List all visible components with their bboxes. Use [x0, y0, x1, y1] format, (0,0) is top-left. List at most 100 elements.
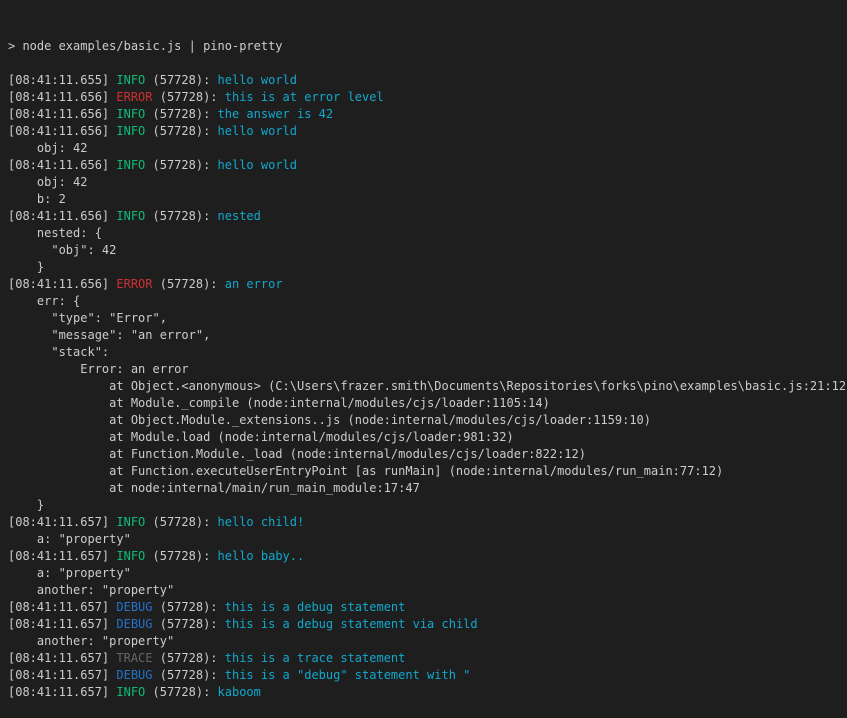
terminal-text: nested: {: [8, 226, 102, 240]
terminal-text: [08:41:11.657]: [8, 600, 116, 614]
terminal-text: at Module._compile (node:internal/module…: [8, 396, 550, 410]
terminal-text: at Object.Module._extensions..js (node:i…: [8, 413, 651, 427]
log-property-line: }: [8, 497, 847, 514]
terminal: > node examples/basic.js | pino-pretty […: [0, 0, 847, 669]
log-line: [08:41:11.657] DEBUG (57728): this is a …: [8, 616, 847, 633]
log-message: this is at error level: [225, 90, 384, 104]
log-level-info: INFO: [116, 107, 145, 121]
log-property-line: b: 2: [8, 191, 847, 208]
terminal-text: (57728):: [145, 73, 217, 87]
terminal-text: (57728):: [145, 107, 217, 121]
log-line: [08:41:11.656] INFO (57728): hello world: [8, 157, 847, 174]
log-property-line: a: "property": [8, 565, 847, 582]
terminal-text: (57728):: [145, 685, 217, 699]
terminal-text: (57728):: [153, 668, 225, 682]
log-message: hello world: [218, 73, 297, 87]
log-message: hello world: [218, 124, 297, 138]
terminal-text: a: "property": [8, 532, 131, 546]
log-property-line: a: "property": [8, 531, 847, 548]
log-line: [08:41:11.657] DEBUG (57728): this is a …: [8, 599, 847, 616]
terminal-text: err: {: [8, 294, 80, 308]
log-message: this is a trace statement: [225, 651, 406, 665]
log-json-line: "type": "Error",: [8, 310, 847, 327]
terminal-text: at Function.Module._load (node:internal/…: [8, 447, 586, 461]
terminal-text: }: [8, 498, 44, 512]
log-json-line: "obj": 42: [8, 242, 847, 259]
log-level-info: INFO: [116, 124, 145, 138]
log-level-trace: TRACE: [116, 651, 152, 665]
stack-trace-line: at Object.<anonymous> (C:\Users\frazer.s…: [8, 378, 847, 395]
stack-trace-line: at Module._compile (node:internal/module…: [8, 395, 847, 412]
log-message: nested: [218, 209, 261, 223]
log-line: [08:41:11.657] INFO (57728): hello child…: [8, 514, 847, 531]
log-level-debug: DEBUG: [116, 617, 152, 631]
terminal-text: (57728):: [153, 651, 225, 665]
terminal-text: "stack":: [8, 345, 109, 359]
log-level-debug: DEBUG: [116, 600, 152, 614]
terminal-text: [08:41:11.657]: [8, 668, 116, 682]
stack-trace-line: at Function.Module._load (node:internal/…: [8, 446, 847, 463]
log-line: [08:41:11.657] DEBUG (57728): this is a …: [8, 667, 847, 684]
log-message: this is a debug statement via child: [225, 617, 478, 631]
log-property-line: err: {: [8, 293, 847, 310]
log-level-info: INFO: [116, 209, 145, 223]
log-line: [08:41:11.657] TRACE (57728): this is a …: [8, 650, 847, 667]
terminal-text: (57728):: [153, 90, 225, 104]
log-line: [08:41:11.657] INFO (57728): hello baby.…: [8, 548, 847, 565]
terminal-text: [08:41:11.656]: [8, 277, 116, 291]
terminal-text: [08:41:11.656]: [8, 90, 116, 104]
terminal-text: [08:41:11.655]: [8, 73, 116, 87]
terminal-text: (57728):: [145, 515, 217, 529]
log-property-line: another: "property": [8, 582, 847, 599]
terminal-text: at node:internal/main/run_main_module:17…: [8, 481, 420, 495]
log-level-info: INFO: [116, 158, 145, 172]
log-message: hello baby..: [218, 549, 305, 563]
log-level-info: INFO: [116, 685, 145, 699]
command-line: > node examples/basic.js | pino-pretty: [8, 38, 847, 55]
stack-trace-line: at Module.load (node:internal/modules/cj…: [8, 429, 847, 446]
terminal-text: (57728):: [145, 209, 217, 223]
log-level-info: INFO: [116, 549, 145, 563]
terminal-text: [08:41:11.657]: [8, 549, 116, 563]
terminal-output: > node examples/basic.js | pino-pretty […: [8, 38, 847, 701]
log-property-line: obj: 42: [8, 174, 847, 191]
log-json-line: "message": "an error",: [8, 327, 847, 344]
terminal-text: [08:41:11.656]: [8, 209, 116, 223]
terminal-text: [08:41:11.656]: [8, 107, 116, 121]
terminal-text: at Object.<anonymous> (C:\Users\frazer.s…: [8, 379, 847, 393]
terminal-text: [08:41:11.657]: [8, 651, 116, 665]
terminal-text: (57728):: [153, 277, 225, 291]
terminal-text: obj: 42: [8, 141, 87, 155]
log-line: [08:41:11.655] INFO (57728): hello world: [8, 72, 847, 89]
log-line: [08:41:11.657] INFO (57728): kaboom: [8, 684, 847, 701]
terminal-text: "obj": 42: [8, 243, 116, 257]
log-property-line: another: "property": [8, 633, 847, 650]
terminal-text: b: 2: [8, 192, 66, 206]
stack-trace-line: Error: an error: [8, 361, 847, 378]
terminal-text: at Module.load (node:internal/modules/cj…: [8, 430, 514, 444]
log-level-info: INFO: [116, 73, 145, 87]
terminal-text: another: "property": [8, 583, 174, 597]
stack-trace-line: at Object.Module._extensions..js (node:i…: [8, 412, 847, 429]
terminal-text: [08:41:11.656]: [8, 158, 116, 172]
terminal-text: "message": "an error",: [8, 328, 210, 342]
log-json-line: "stack":: [8, 344, 847, 361]
log-property-line: }: [8, 259, 847, 276]
log-property-line: obj: 42: [8, 140, 847, 157]
log-message: hello child!: [218, 515, 305, 529]
log-message: the answer is 42: [218, 107, 334, 121]
terminal-text: }: [8, 260, 44, 274]
log-message: an error: [225, 277, 283, 291]
log-message: this is a debug statement: [225, 600, 406, 614]
terminal-text: a: "property": [8, 566, 131, 580]
log-level-debug: DEBUG: [116, 668, 152, 682]
stack-trace-line: at Function.executeUserEntryPoint [as ru…: [8, 463, 847, 480]
log-level-info: INFO: [116, 515, 145, 529]
terminal-text: [08:41:11.657]: [8, 685, 116, 699]
terminal-text: [08:41:11.656]: [8, 124, 116, 138]
blank-line: [8, 55, 847, 72]
log-line: [08:41:11.656] INFO (57728): hello world: [8, 123, 847, 140]
terminal-text: [08:41:11.657]: [8, 617, 116, 631]
terminal-text: (57728):: [153, 617, 225, 631]
log-line: [08:41:11.656] ERROR (57728): this is at…: [8, 89, 847, 106]
